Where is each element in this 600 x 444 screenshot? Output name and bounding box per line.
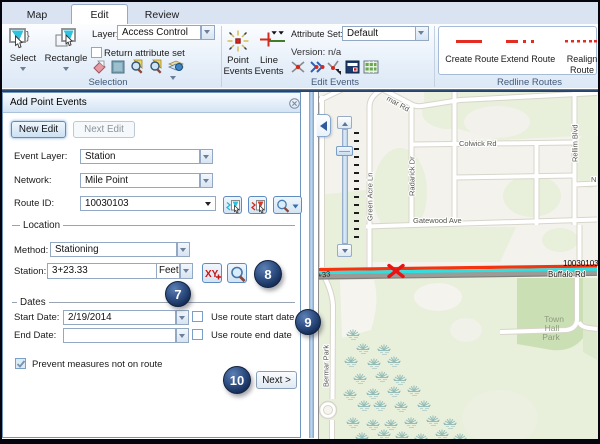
- svg-text:Buffalo Rd: Buffalo Rd: [548, 270, 585, 279]
- svg-text:Rellim Blvd: Rellim Blvd: [571, 124, 580, 162]
- svg-text:Gatewood Ave: Gatewood Ave: [413, 216, 462, 225]
- svg-text:Green Acre Ln: Green Acre Ln: [366, 173, 375, 221]
- svg-text:Park: Park: [542, 332, 560, 342]
- svg-text:XY: XY: [205, 269, 219, 280]
- svg-text:Radarick Dr: Radarick Dr: [408, 156, 417, 196]
- svg-text:}: }: [26, 30, 30, 42]
- svg-text:+33: +33: [319, 269, 331, 280]
- svg-text:10030103: 10030103: [563, 259, 598, 268]
- svg-text:Colwick Rd: Colwick Rd: [459, 139, 497, 148]
- svg-text:Bermar Park: Bermar Park: [322, 345, 331, 387]
- svg-text:N: N: [591, 175, 596, 184]
